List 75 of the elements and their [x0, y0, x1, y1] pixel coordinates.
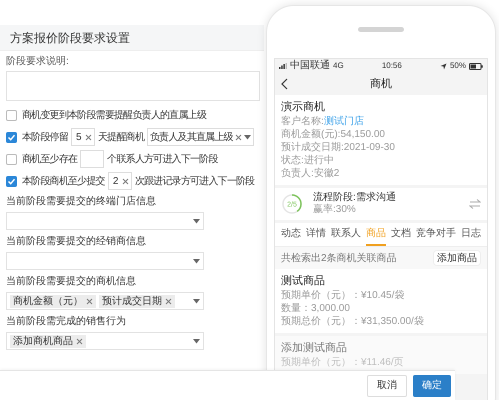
rule-suffix: 个联系人方可进入下一阶段: [107, 152, 218, 166]
select-field[interactable]: 负责人及其直属上级: [147, 128, 254, 146]
back-icon[interactable]: [281, 78, 288, 90]
tab[interactable]: 文档: [391, 223, 411, 246]
record-title: 演示商机: [281, 100, 326, 115]
clear-icon[interactable]: [234, 134, 242, 140]
section-label: 当前阶段需要提交的经销商信息: [6, 236, 147, 248]
select-field[interactable]: [6, 212, 204, 230]
tab[interactable]: 详情: [306, 223, 326, 246]
clear-icon[interactable]: [84, 134, 92, 140]
section-label: 当前阶段需要提交的商机信息: [6, 276, 137, 288]
cancel-button[interactable]: 取消: [367, 374, 407, 396]
confirm-button[interactable]: 确定: [413, 374, 451, 396]
section-label: 当前阶段需要提交的终端门店信息: [6, 196, 157, 208]
record-field: 状态:进行中: [281, 154, 481, 167]
number-field[interactable]: 5: [71, 128, 96, 146]
tag: 商机金额（元）: [10, 294, 96, 308]
number-field[interactable]: [80, 150, 104, 168]
description-field[interactable]: [6, 71, 260, 101]
caret-icon: [193, 258, 200, 264]
rule-label: 商机变更到本阶段需要提醒负责人的直属上级: [22, 108, 206, 122]
speaker-slot: [358, 27, 404, 32]
checkbox[interactable]: [6, 132, 17, 142]
clock-text: 10:56: [382, 60, 402, 72]
record-field: 客户名称:测试门店: [281, 115, 481, 128]
summary-text: 共检索出2条商机关联商品: [281, 252, 397, 266]
product-detail: 预期单价（元）：¥10.45/袋: [281, 289, 406, 302]
product-detail: 数量：3,000.00: [281, 302, 351, 315]
product-name: 添加测试商品: [281, 341, 348, 356]
add-product-button[interactable]: 添加商品: [433, 250, 481, 266]
rule-suffix: 天提醒商机: [98, 130, 144, 144]
tab[interactable]: 联系人: [331, 223, 361, 246]
nav-title: 商机: [370, 76, 392, 92]
tab[interactable]: 日志: [461, 223, 481, 246]
checkbox[interactable]: [6, 176, 17, 186]
select-field[interactable]: 添加商机商品: [6, 332, 204, 350]
location-icon: [440, 62, 447, 70]
remove-icon[interactable]: [86, 298, 93, 304]
rule-label: 商机至少存在: [22, 152, 78, 166]
tag: 添加商机商品: [10, 334, 86, 348]
rule-label: 本阶段停留: [22, 130, 68, 144]
caret-icon: [193, 338, 200, 344]
section-label: 当前阶段需完成的销售行为: [6, 316, 127, 328]
product-detail: 预期单价（元）：¥11.46/页: [281, 356, 405, 369]
battery-text: 50%: [450, 60, 466, 72]
select-field[interactable]: [6, 252, 204, 270]
signal-icon: [279, 63, 287, 69]
product-name: 测试商品: [281, 274, 326, 289]
description-label: 阶段要求说明:: [6, 55, 70, 68]
win-rate: 赢率:30%: [313, 204, 357, 216]
rule-suffix: 次跟进记录方可进入下一阶段: [134, 174, 254, 188]
product-detail: 预期总价（元）：¥31,350.00/袋: [281, 315, 425, 328]
record-field: 商机金额(元):54,150.00: [281, 128, 481, 141]
clear-icon[interactable]: [122, 178, 129, 184]
number-field[interactable]: 2: [108, 172, 132, 190]
record-field: 负责人:安徽2: [281, 167, 481, 180]
battery-icon: [469, 62, 483, 70]
caret-icon: [193, 218, 200, 224]
panel-title: 方案报价阶段要求设置: [10, 30, 130, 46]
stage-name: 流程阶段:需求沟通: [313, 192, 397, 204]
record-field: 预计成交日期:2021-09-30: [281, 141, 481, 154]
tag: 预计成交日期: [99, 294, 175, 308]
remove-icon[interactable]: [165, 298, 172, 304]
tab[interactable]: 动态: [281, 223, 301, 246]
swap-icon[interactable]: [469, 199, 481, 209]
select-field[interactable]: 商机金额（元） 预计成交日期: [6, 292, 204, 310]
tab[interactable]: 竞争对手: [416, 223, 456, 246]
carrier-text: 中国联通: [290, 60, 330, 72]
remove-icon[interactable]: [76, 338, 83, 344]
caret-icon: [244, 134, 251, 140]
checkbox[interactable]: [6, 154, 17, 164]
checkbox[interactable]: [6, 110, 17, 120]
caret-icon: [193, 298, 200, 304]
rule-label: 本阶段商机至少提交: [22, 174, 105, 188]
network-text: 4G: [333, 60, 344, 72]
